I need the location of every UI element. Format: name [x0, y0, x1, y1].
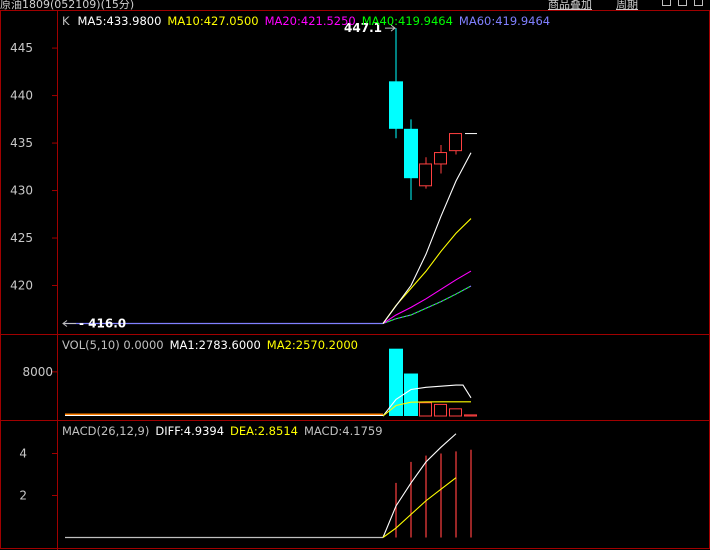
dea-line	[382, 477, 457, 538]
price-tick-label: 425	[10, 231, 33, 245]
price-tick-label: 440	[10, 89, 33, 103]
volume-chart: 8000	[22, 348, 477, 417]
candle-body	[419, 163, 432, 187]
volume-bar	[404, 373, 418, 416]
price-legend: K MA5:433.9800 MA10:427.0500 MA20:421.5250 M…	[62, 14, 556, 28]
dea-legend: DEA:2.8514	[230, 424, 298, 438]
ma5-legend: MA5:433.9800	[77, 14, 162, 28]
volume-bar	[449, 408, 462, 417]
price-tick-label: 445	[10, 41, 33, 55]
price-tick-label: 420	[10, 279, 33, 293]
macd-legend: MACD(26,12,9) DIFF:4.9394 DEA:2.8514 MACD:4…	[62, 424, 389, 438]
ma20-line	[382, 270, 472, 324]
panel-frames	[0, 10, 710, 550]
macd-tick-label: 2	[19, 489, 27, 503]
vol-name-legend: VOL(5,10) 0.0000	[62, 338, 164, 352]
diff-legend: DIFF:4.9394	[155, 424, 225, 438]
ma40-legend: MA40:419.9464	[361, 14, 453, 28]
volume-bar	[464, 414, 477, 417]
price-tick-label: 430	[10, 184, 33, 198]
volume-bar	[419, 402, 432, 417]
chart-canvas: 445440435430425420447.1- 416.0 8000 42	[0, 10, 710, 550]
candle-body	[449, 133, 462, 152]
price-chart: 445440435430425420447.1- 416.0	[10, 21, 477, 331]
k-label: K	[62, 14, 70, 28]
ma20-legend: MA20:421.5250	[264, 14, 356, 28]
ma60-legend: MA60:419.9464	[458, 14, 551, 28]
vol-ma2-legend: MA2:2570.2000	[266, 338, 358, 352]
low-arrow-icon	[62, 320, 76, 327]
low-price-label: - 416.0	[79, 317, 126, 331]
ma10-legend: MA10:427.0500	[167, 14, 259, 28]
outer-frame	[0, 10, 710, 549]
macd-name-legend: MACD(26,12,9)	[62, 424, 150, 438]
macd-value-legend: MACD:4.1759	[303, 424, 383, 438]
macd-tick-label: 4	[19, 447, 27, 461]
candle-body	[434, 152, 447, 165]
vol-ma1-legend: MA1:2783.6000	[169, 338, 261, 352]
volume-legend: VOL(5,10) 0.0000 MA1:2783.6000 MA2:2570.20…	[62, 338, 364, 352]
candle-body	[404, 128, 418, 179]
volume-bar	[434, 403, 447, 417]
price-tick-label: 435	[10, 136, 33, 150]
candle-body	[389, 81, 403, 129]
macd-chart: 42	[19, 433, 472, 539]
volume-tick-label: 8000	[22, 365, 53, 379]
